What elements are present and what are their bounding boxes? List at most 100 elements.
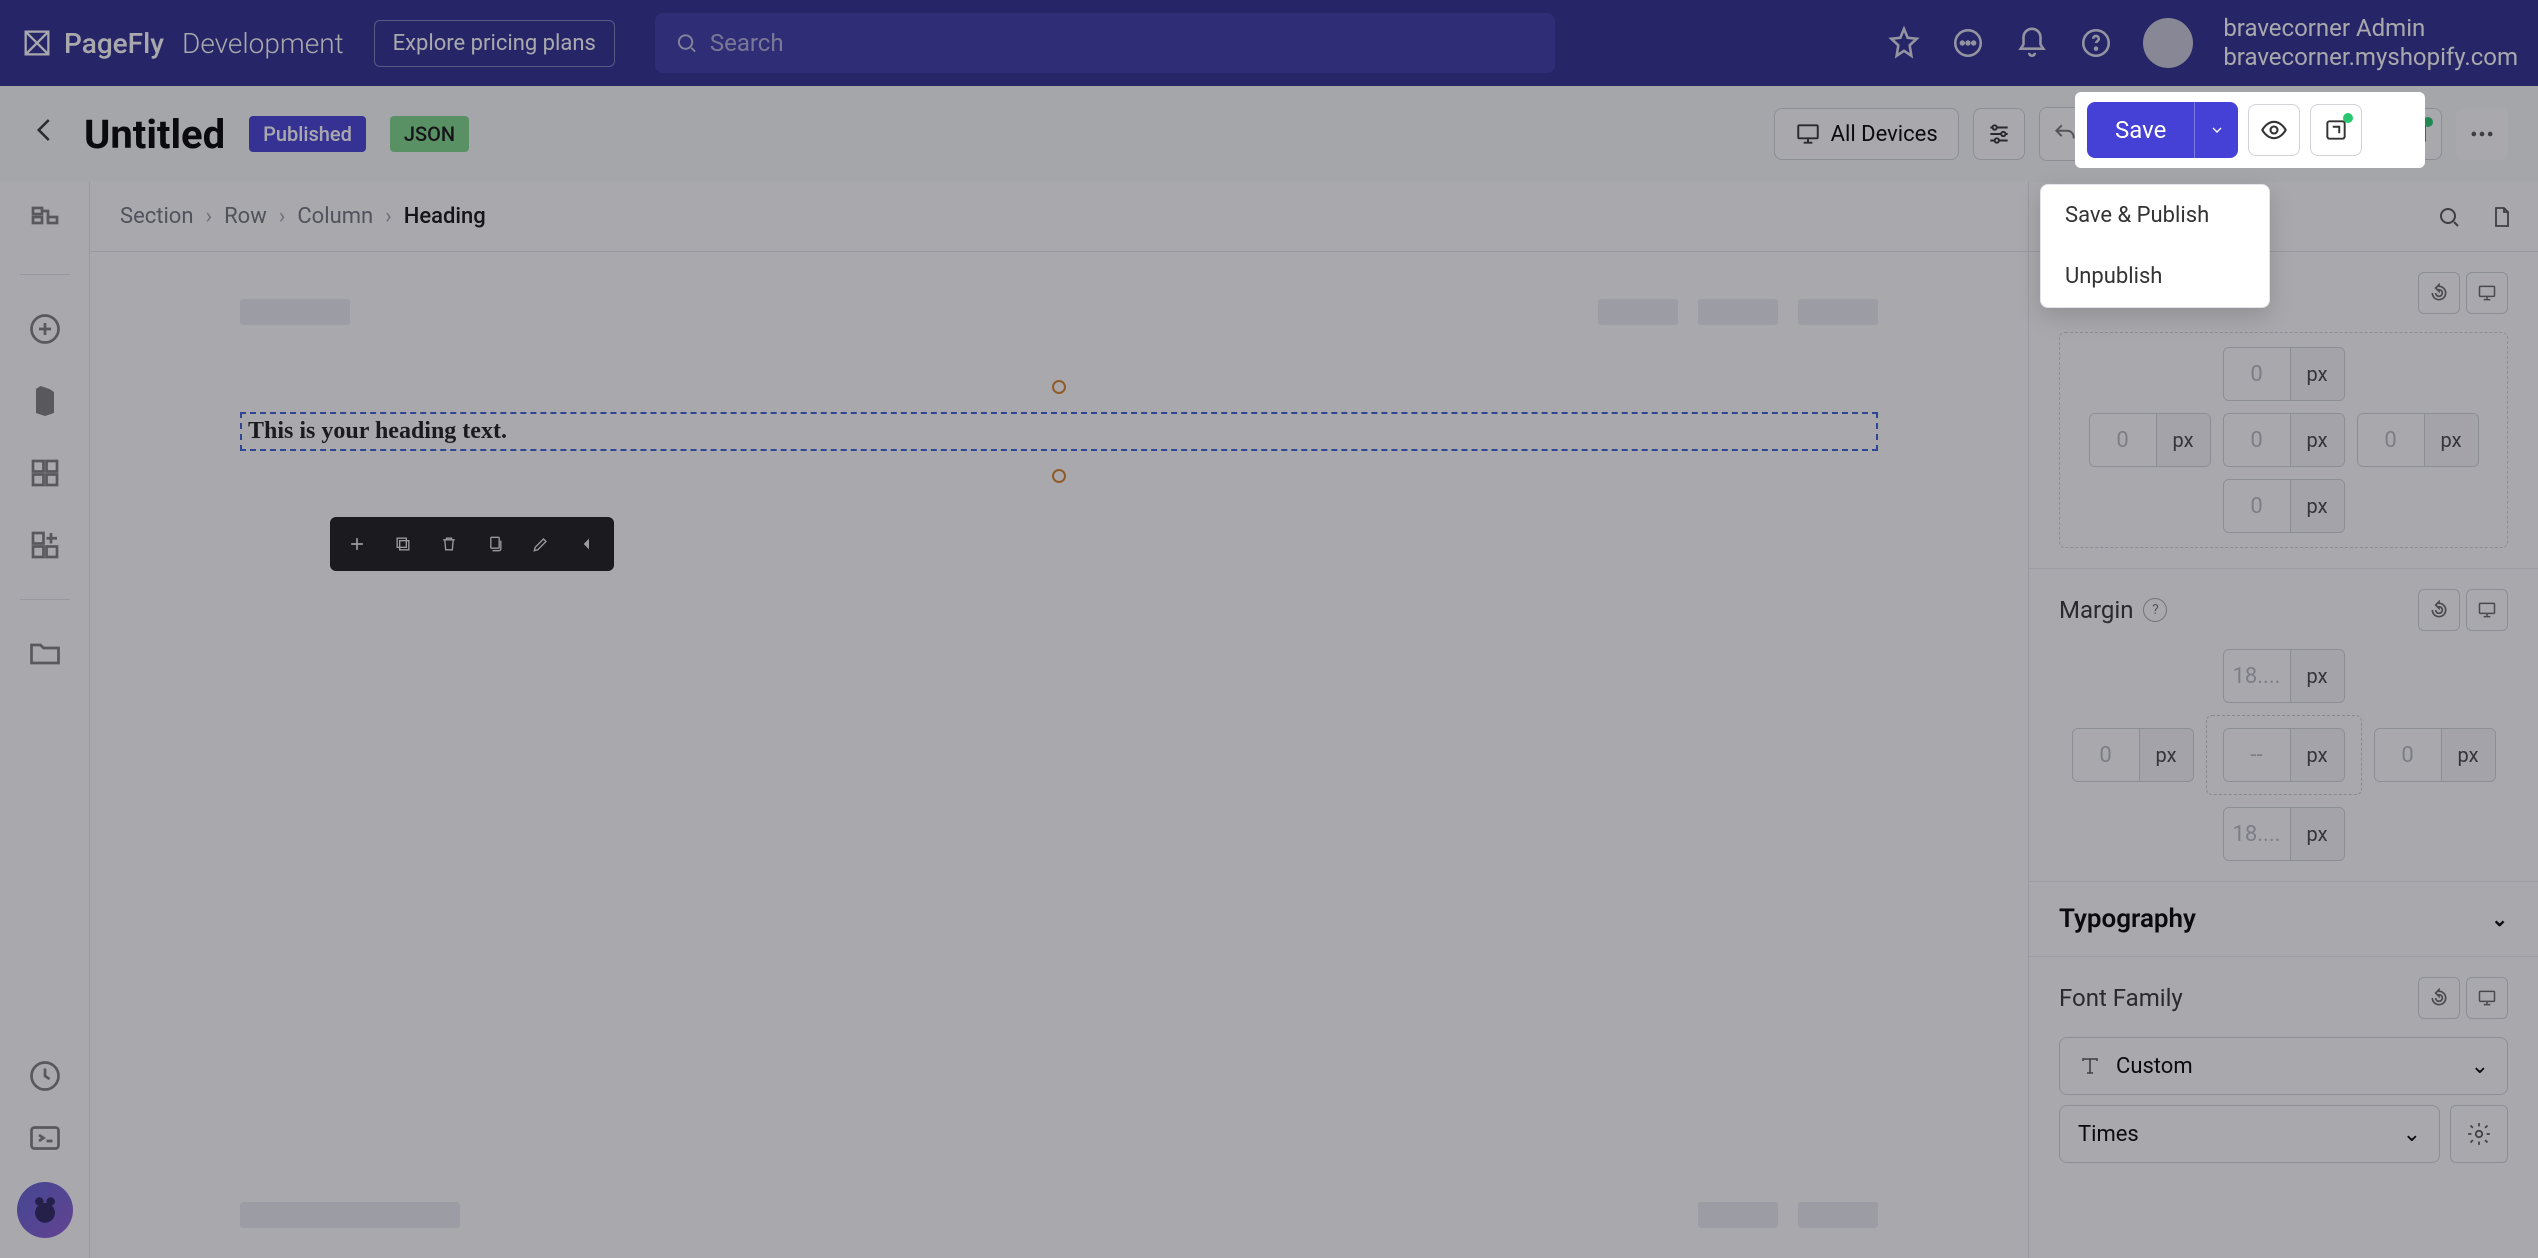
resize-handle-top[interactable] xyxy=(1052,380,1066,394)
duplicate-button[interactable] xyxy=(382,523,424,565)
add-icon[interactable] xyxy=(27,311,63,347)
grid-icon[interactable] xyxy=(27,455,63,491)
padding-editor: px px px px px xyxy=(2059,332,2508,548)
save-and-publish-item[interactable]: Save & Publish xyxy=(2041,185,2269,246)
add-block-icon[interactable] xyxy=(27,527,63,563)
chevron-right-icon: › xyxy=(385,204,392,229)
chevron-down-icon: ⌄ xyxy=(2471,1054,2489,1079)
chevron-down-icon: ⌄ xyxy=(2403,1122,2421,1147)
device-override-button[interactable] xyxy=(2466,977,2508,1019)
shopify-icon[interactable] xyxy=(27,383,63,419)
add-element-button[interactable] xyxy=(336,523,378,565)
typography-icon xyxy=(2078,1054,2102,1078)
chevron-down-icon: ⌄ xyxy=(2491,907,2508,931)
published-badge: Published xyxy=(249,116,366,152)
font-family-select[interactable]: Custom ⌄ xyxy=(2059,1037,2508,1095)
font-name-select[interactable]: Times ⌄ xyxy=(2059,1105,2440,1163)
gear-icon xyxy=(2466,1121,2492,1147)
settings-panel-button[interactable] xyxy=(1973,108,2025,160)
canvas-area: Section › Row › Column › Heading This is… xyxy=(90,182,2028,1258)
style-button[interactable] xyxy=(520,523,562,565)
margin-center-input[interactable]: px xyxy=(2223,728,2345,782)
panel-search-button[interactable] xyxy=(2426,194,2472,240)
user-info[interactable]: bravecorner Admin bravecorner.myshopify.… xyxy=(2223,14,2518,72)
margin-bottom-input[interactable]: px xyxy=(2223,807,2345,861)
device-override-button[interactable] xyxy=(2466,589,2508,631)
history-icon[interactable] xyxy=(27,1058,63,1094)
logo-text: PageFly xyxy=(64,27,164,60)
dots-icon xyxy=(2468,120,2496,148)
breadcrumb-item[interactable]: Column xyxy=(297,204,373,229)
padding-top-input[interactable]: px xyxy=(2223,347,2345,401)
font-family-label: Font Family xyxy=(2059,984,2183,1012)
live-button[interactable] xyxy=(2310,104,2362,156)
collapse-toolbar-button[interactable] xyxy=(566,523,608,565)
chevron-right-icon: › xyxy=(206,204,213,229)
delete-button[interactable] xyxy=(428,523,470,565)
search-input[interactable] xyxy=(710,29,1535,57)
save-button[interactable]: Save xyxy=(2087,102,2194,158)
device-override-button[interactable] xyxy=(2466,272,2508,314)
margin-top-input[interactable]: px xyxy=(2223,649,2345,703)
font-settings-button[interactable] xyxy=(2450,1105,2508,1163)
folder-icon[interactable] xyxy=(27,636,63,672)
placeholder xyxy=(1598,299,1678,325)
sliders-icon xyxy=(1986,121,2012,147)
help-icon[interactable] xyxy=(2079,26,2113,60)
reset-button[interactable] xyxy=(2418,589,2460,631)
copy-button[interactable] xyxy=(474,523,516,565)
assistant-avatar[interactable] xyxy=(17,1182,73,1238)
device-selector[interactable]: All Devices xyxy=(1774,108,1959,160)
user-name: bravecorner Admin xyxy=(2223,14,2518,43)
user-store: bravecorner.myshopify.com xyxy=(2223,43,2518,72)
monitor-icon xyxy=(1795,121,1821,147)
chevron-right-icon: › xyxy=(279,204,286,229)
resize-handle-bottom[interactable] xyxy=(1052,469,1066,483)
placeholder xyxy=(1798,299,1878,325)
margin-right-input[interactable]: px xyxy=(2374,728,2496,782)
padding-right-input[interactable]: px xyxy=(2357,413,2479,467)
back-arrow-icon[interactable] xyxy=(30,115,60,153)
top-bar: PageFly Development Explore pricing plan… xyxy=(0,0,2538,86)
save-controls-highlight: Save xyxy=(2075,92,2425,168)
element-toolbar xyxy=(330,517,614,571)
chat-icon[interactable] xyxy=(1951,26,1985,60)
typography-section-header[interactable]: Typography ⌄ xyxy=(2029,882,2538,957)
heading-element[interactable]: This is your heading text. xyxy=(240,412,1878,451)
reset-button[interactable] xyxy=(2418,272,2460,314)
tree-icon[interactable] xyxy=(27,202,63,238)
breadcrumb: Section › Row › Column › Heading xyxy=(90,182,2028,252)
bell-icon[interactable] xyxy=(2015,26,2049,60)
unpublish-item[interactable]: Unpublish xyxy=(2041,246,2269,307)
save-dropdown-caret[interactable] xyxy=(2194,102,2238,158)
avatar[interactable] xyxy=(2143,18,2193,68)
preview-button[interactable] xyxy=(2248,104,2300,156)
search-bar[interactable] xyxy=(655,13,1555,73)
save-dropdown-menu: Save & Publish Unpublish xyxy=(2040,184,2270,308)
right-panel: Padding ? px px px px px Margin ? xyxy=(2028,182,2538,1258)
star-icon[interactable] xyxy=(1887,26,1921,60)
eye-icon xyxy=(2260,116,2288,144)
padding-bottom-input[interactable]: px xyxy=(2223,479,2345,533)
panel-doc-button[interactable] xyxy=(2478,194,2524,240)
margin-left-input[interactable]: px xyxy=(2072,728,2194,782)
placeholder xyxy=(1698,1202,1778,1228)
more-button[interactable] xyxy=(2456,108,2508,160)
help-icon[interactable]: ? xyxy=(2143,598,2167,622)
placeholder xyxy=(240,299,350,325)
breadcrumb-item-active: Heading xyxy=(404,204,486,229)
console-icon[interactable] xyxy=(27,1120,63,1156)
padding-center-input[interactable]: px xyxy=(2223,413,2345,467)
reset-button[interactable] xyxy=(2418,977,2460,1019)
search-icon xyxy=(675,31,698,55)
breadcrumb-item[interactable]: Section xyxy=(120,204,194,229)
logo: PageFly Development xyxy=(20,26,344,60)
padding-left-input[interactable]: px xyxy=(2089,413,2211,467)
placeholder xyxy=(1798,1202,1878,1228)
placeholder xyxy=(240,1202,460,1228)
left-nav xyxy=(0,182,90,1258)
breadcrumb-item[interactable]: Row xyxy=(224,204,267,229)
placeholder xyxy=(1698,299,1778,325)
page-title[interactable]: Untitled xyxy=(84,111,225,158)
explore-pricing-button[interactable]: Explore pricing plans xyxy=(374,20,615,67)
